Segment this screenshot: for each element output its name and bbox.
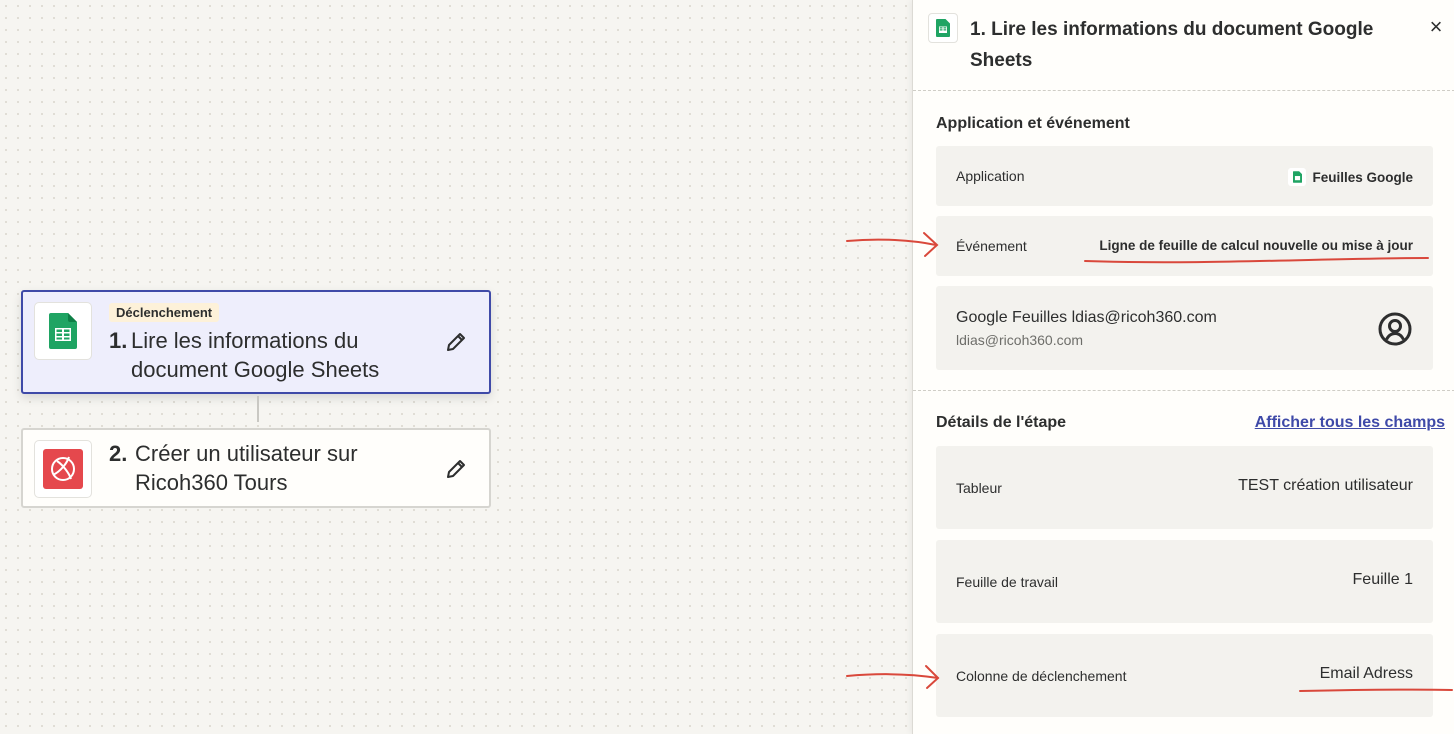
panel-title: 1. Lire les informations du document Goo… (970, 14, 1390, 76)
details-heading: Détails de l'étape (936, 414, 1067, 431)
panel-header: 1. Lire les informations du document Goo… (913, 0, 1454, 91)
ricoh360-icon (34, 440, 92, 498)
step-1-number: 1. (109, 328, 128, 353)
step-card-2[interactable]: 2. Créer un utilisateur sur Ricoh360 Tou… (21, 428, 491, 508)
pencil-icon[interactable] (441, 454, 471, 484)
event-value: Ligne de feuille de calcul nouvelle ou m… (1099, 238, 1413, 253)
pencil-icon[interactable] (441, 327, 471, 357)
step-2-text: Créer un utilisateur sur Ricoh360 Tours (135, 441, 358, 495)
application-value-text: Feuilles Google (1312, 169, 1413, 185)
field-label-tableur: Tableur (956, 480, 1002, 496)
step-connector (257, 396, 259, 422)
application-value: Feuilles Google (1288, 168, 1413, 186)
field-row[interactable]: Tableur TEST création utilisateur (936, 446, 1433, 529)
google-sheets-icon (928, 13, 958, 43)
show-all-fields-link[interactable]: Afficher tous les champs (1255, 414, 1445, 432)
step-2-number: 2. (109, 441, 128, 466)
section-divider (913, 390, 1454, 391)
field-value-colonne: Email Adress (1319, 665, 1413, 682)
field-row[interactable]: Feuille de travail Feuille 1 (936, 540, 1433, 623)
step-1-title: 1. Lire les informations du document Goo… (109, 326, 429, 382)
account-email: ldias@ricoh360.com (956, 332, 1084, 348)
close-icon[interactable]: × (1423, 14, 1449, 40)
account-row[interactable]: Google Feuilles ldias@ricoh360.com ldias… (936, 286, 1433, 370)
field-label-feuille: Feuille de travail (956, 574, 1058, 590)
step-details-panel: 1. Lire les informations du document Goo… (912, 0, 1454, 734)
field-value-feuille: Feuille 1 (1352, 571, 1413, 588)
event-label: Événement (956, 238, 1027, 254)
step-1-text: Lire les informations du document Google… (131, 328, 380, 382)
event-row[interactable]: Événement Ligne de feuille de calcul nou… (936, 216, 1433, 276)
field-value-tableur: TEST création utilisateur (1238, 477, 1413, 494)
field-row[interactable]: Colonne de déclenchement Email Adress (936, 634, 1433, 717)
app-event-heading: Application et événement (936, 115, 1130, 132)
user-circle-icon (1377, 311, 1413, 352)
panel-title-text: Lire les informations du document Google… (970, 19, 1374, 71)
workflow-canvas[interactable]: Déclenchement 1. Lire les informations d… (0, 0, 912, 734)
google-sheets-icon (34, 302, 92, 360)
panel-title-number: 1. (970, 19, 986, 40)
application-row[interactable]: Application Feuilles Google (936, 146, 1433, 206)
field-label-colonne: Colonne de déclenchement (956, 668, 1127, 684)
step-card-1[interactable]: Déclenchement 1. Lire les informations d… (21, 290, 491, 394)
account-name: Google Feuilles ldias@ricoh360.com (956, 309, 1217, 326)
trigger-badge: Déclenchement (109, 303, 220, 322)
google-sheets-icon (1288, 168, 1307, 186)
application-label: Application (956, 168, 1025, 184)
step-2-title: 2. Créer un utilisateur sur Ricoh360 Tou… (109, 439, 429, 495)
